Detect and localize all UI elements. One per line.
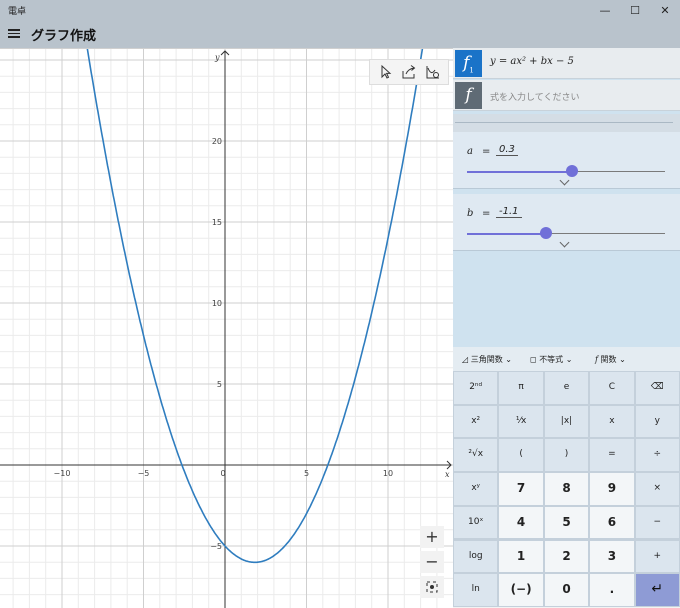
zoom-out-button[interactable]: − — [420, 551, 444, 573]
title-bar: 電卓 — ☐ ✕ — [0, 0, 680, 22]
digit-0-button[interactable]: 0 — [544, 574, 589, 606]
digit-7-button[interactable]: 7 — [499, 473, 543, 505]
ln-button[interactable]: ln — [454, 574, 498, 606]
variable-name: a — [467, 146, 473, 157]
e-button[interactable]: e — [544, 372, 589, 404]
square-button[interactable]: x² — [454, 405, 498, 438]
y-tick-label: 15 — [212, 218, 222, 227]
digit-3-button[interactable]: 3 — [590, 540, 634, 573]
app-header: グラフ作成 — [0, 22, 680, 48]
zoom-in-button[interactable]: + — [420, 526, 444, 548]
x-tick-label: −10 — [54, 469, 71, 478]
function-category-bar: ◿ 三角関数 ⌄ ◻ 不等式 ⌄ f 関数 ⌄ — [453, 347, 680, 371]
inequality-dropdown[interactable]: ◻ 不等式 ⌄ — [530, 354, 572, 365]
function-dropdown[interactable]: f 関数 ⌄ — [595, 354, 626, 365]
reciprocal-button[interactable]: ¹⁄x — [499, 405, 543, 438]
cursor-icon[interactable] — [374, 62, 396, 82]
function-badge-1[interactable]: f1 — [455, 50, 482, 77]
trig-dropdown[interactable]: ◿ 三角関数 ⌄ — [462, 354, 512, 365]
function-badge-2[interactable]: f — [455, 82, 482, 109]
x-tick-label: 0 — [220, 469, 225, 478]
reset-view-icon[interactable] — [420, 576, 444, 598]
chevron-down-icon: ⌄ — [565, 355, 573, 364]
y-tick-label: 10 — [212, 299, 222, 308]
variable-b-card: b = -1.1 — [453, 194, 680, 251]
keypad: 2ⁿᵈ π e C ⌫ x² ¹⁄x |x| x y ²√x() = ÷ xʸ 7 8 9 × 10ˣ 4 5 6− log… — [453, 371, 680, 607]
log-button[interactable]: log — [454, 540, 498, 573]
x-tick-label: −5 — [138, 469, 150, 478]
variable-a-slider[interactable] — [467, 165, 665, 177]
digit-1-button[interactable]: 1 — [499, 540, 543, 573]
function-input[interactable]: 式を入力してください — [490, 90, 579, 103]
function-expression[interactable]: y = ax² + bx − 5 — [490, 56, 574, 67]
graph-canvas[interactable]: −10 −5 0 5 10 20 15 10 5 −5 x y + − — [0, 48, 453, 608]
root-button[interactable]: ²√x — [454, 439, 498, 472]
open-paren-button[interactable]: ( — [499, 439, 543, 472]
inequality-icon: ◻ — [530, 355, 537, 364]
equals-button[interactable]: = — [590, 439, 634, 472]
digit-4-button[interactable]: 4 — [499, 506, 543, 539]
variable-a-card: a = 0.3 — [453, 132, 680, 189]
app-title: 電卓 — [8, 7, 27, 17]
page-title: グラフ作成 — [31, 29, 97, 44]
y-variable-button[interactable]: y — [635, 405, 679, 438]
variable-a-value[interactable]: 0.3 — [496, 144, 518, 156]
x-tick-label: 5 — [304, 469, 309, 478]
maximize-button[interactable]: ☐ — [620, 0, 650, 22]
hamburger-icon[interactable] — [8, 27, 20, 39]
digit-5-button[interactable]: 5 — [544, 506, 589, 539]
pi-button[interactable]: π — [499, 372, 543, 404]
backspace-button[interactable]: ⌫ — [635, 372, 679, 404]
function-curve[interactable] — [82, 49, 429, 564]
graph-toolbar — [369, 59, 449, 85]
clear-button[interactable]: C — [590, 372, 634, 404]
x-tick-label: 10 — [383, 469, 393, 478]
chevron-down-icon[interactable] — [559, 237, 570, 248]
minimize-button[interactable]: — — [590, 0, 620, 22]
digit-2-button[interactable]: 2 — [544, 540, 589, 573]
share-icon[interactable] — [398, 62, 420, 82]
digit-9-button[interactable]: 9 — [590, 473, 634, 505]
chevron-down-icon: ⌄ — [505, 355, 512, 364]
multiply-button[interactable]: × — [635, 473, 679, 505]
y-tick-label: −5 — [210, 542, 222, 551]
second-button[interactable]: 2ⁿᵈ — [454, 372, 498, 404]
negate-button[interactable]: (−) — [499, 574, 543, 606]
function-icon: f — [595, 355, 598, 364]
chevron-down-icon: ⌄ — [619, 355, 626, 364]
ten-power-button[interactable]: 10ˣ — [454, 506, 498, 539]
triangle-icon: ◿ — [462, 355, 469, 364]
function-row-1[interactable]: f1 y = ax² + bx − 5 — [453, 48, 680, 79]
subtract-button[interactable]: − — [635, 506, 679, 539]
variable-name: b — [467, 208, 474, 219]
enter-button[interactable]: ↵ — [635, 574, 679, 606]
y-axis-label: y — [214, 53, 220, 62]
chevron-down-icon[interactable] — [559, 175, 570, 186]
y-tick-label: 5 — [217, 380, 222, 389]
variable-equals: = — [482, 208, 491, 219]
x-variable-button[interactable]: x — [590, 405, 634, 438]
digit-8-button[interactable]: 8 — [544, 473, 589, 505]
x-axis-label: x — [445, 470, 450, 479]
slider-fill — [467, 232, 547, 235]
abs-button[interactable]: |x| — [544, 405, 589, 438]
graph-plot[interactable]: −10 −5 0 5 10 20 15 10 5 −5 x y — [0, 49, 453, 608]
power-button[interactable]: xʸ — [454, 473, 498, 505]
close-paren-button[interactable]: ) — [544, 439, 589, 472]
variable-equals: = — [482, 146, 491, 157]
slider-fill — [467, 170, 572, 173]
decimal-button[interactable]: . — [590, 574, 634, 606]
variables-divider — [453, 114, 680, 132]
variable-b-value[interactable]: -1.1 — [496, 206, 522, 218]
y-tick-label: 20 — [212, 137, 222, 146]
graph-options-icon[interactable] — [422, 62, 444, 82]
variable-b-slider[interactable] — [467, 227, 665, 239]
slider-thumb[interactable] — [540, 227, 553, 239]
divide-button[interactable]: ÷ — [635, 439, 679, 472]
slider-thumb[interactable] — [565, 165, 578, 177]
add-button[interactable]: + — [635, 540, 679, 573]
function-row-2[interactable]: f 式を入力してください — [453, 80, 680, 111]
close-button[interactable]: ✕ — [650, 0, 680, 22]
digit-6-button[interactable]: 6 — [590, 506, 634, 539]
